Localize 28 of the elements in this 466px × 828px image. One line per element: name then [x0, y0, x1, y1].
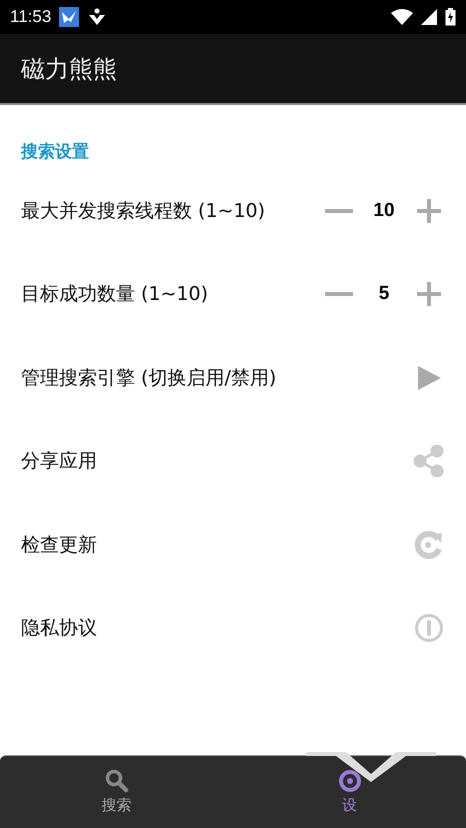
wifi-icon	[391, 9, 413, 25]
setting-label: 分享应用	[21, 449, 98, 474]
play-icon[interactable]	[416, 364, 442, 391]
ring-icon	[338, 769, 362, 793]
setting-label: 目标成功数量 (1~10)	[21, 282, 210, 308]
minus-icon	[325, 208, 353, 213]
info-icon[interactable]	[414, 613, 444, 644]
app-title: 磁力熊熊	[21, 54, 117, 84]
setting-label: 管理搜索引擎 (切换启用/禁用)	[21, 366, 278, 391]
share-icon[interactable]	[413, 445, 445, 478]
status-time: 11:53	[10, 7, 52, 27]
setting-label: 隐私协议	[21, 616, 98, 642]
download-app-icon	[87, 8, 108, 26]
setting-label: 检查更新	[21, 532, 98, 558]
plus-icon	[417, 198, 441, 223]
bird-app-icon	[59, 7, 80, 27]
refresh-icon[interactable]	[414, 530, 444, 560]
stepper-value: 10	[372, 200, 396, 222]
setting-label: 最大并发搜索线程数 (1~10)	[21, 198, 266, 224]
search-icon	[104, 769, 128, 793]
section-title: 搜索设置	[21, 141, 89, 163]
plus-icon	[417, 282, 441, 306]
signal-icon	[421, 9, 437, 25]
nav-tab[interactable]: 搜索	[0, 756, 233, 828]
battery-charging-icon	[445, 8, 456, 26]
minus-icon	[325, 292, 353, 296]
stepper-value: 5	[378, 283, 390, 306]
nav-tab[interactable]: 设	[233, 756, 466, 828]
